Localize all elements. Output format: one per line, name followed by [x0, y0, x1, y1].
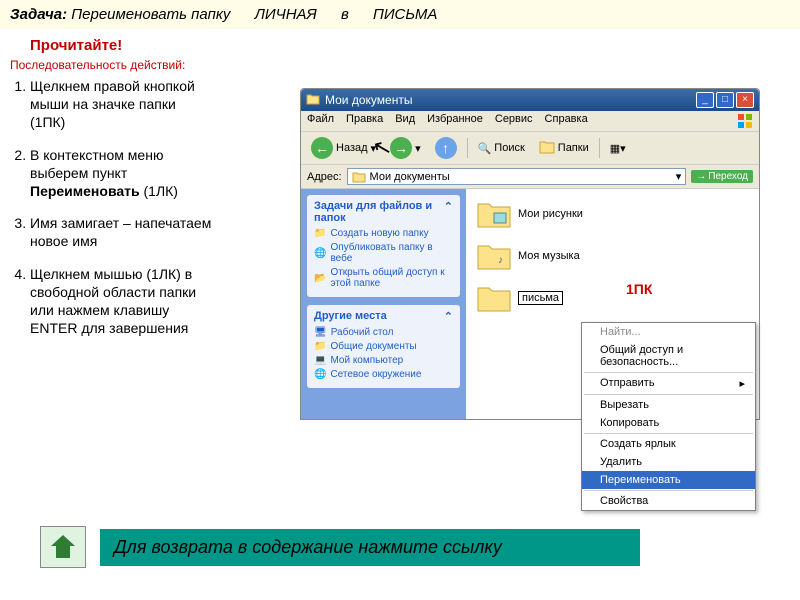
steps-list: Щелкнем правой кнопкой мыши на значке па…: [0, 72, 225, 356]
address-input[interactable]: Мои документы ▾: [347, 168, 687, 185]
cm-copy[interactable]: Копировать: [582, 414, 755, 432]
menu-fav[interactable]: Избранное: [427, 113, 483, 129]
footer-link[interactable]: Для возврата в содержание нажмите ссылку: [100, 529, 640, 566]
cm-props[interactable]: Свойства: [582, 492, 755, 510]
task-new-folder[interactable]: 📁Создать новую папку: [314, 228, 453, 239]
folder-icon: [306, 93, 320, 108]
dropdown-icon[interactable]: ▾: [676, 170, 682, 183]
task-from: ЛИЧНАЯ: [255, 6, 317, 23]
close-button[interactable]: ×: [736, 92, 754, 108]
submenu-arrow-icon: ▸: [739, 377, 745, 390]
up-icon: ↑: [435, 137, 457, 159]
folder-icon: [476, 283, 512, 313]
folder-icon: ♪: [476, 241, 512, 271]
back-button[interactable]: ← Назад ▾: [307, 135, 380, 161]
file-area[interactable]: Мои рисунки ♪ Моя музыка письма 1ПК Найт…: [466, 189, 759, 419]
home-button[interactable]: [40, 526, 86, 568]
label-1pk: 1ПК: [626, 281, 652, 297]
cm-shortcut[interactable]: Создать ярлык: [582, 435, 755, 453]
go-button[interactable]: → Переход: [691, 170, 753, 183]
task-to: ПИСЬМА: [373, 6, 437, 23]
address-bar: Адрес: Мои документы ▾ → Переход: [301, 165, 759, 189]
place-desktop[interactable]: 🖥Рабочий стол: [314, 327, 453, 338]
rename-input[interactable]: письма: [518, 291, 563, 305]
cm-access[interactable]: Общий доступ и безопасность...: [582, 341, 755, 371]
tasks-panel: Задачи для файлов и папок⌃ 📁Создать нову…: [307, 195, 460, 297]
search-button[interactable]: 🔍 Поиск: [474, 140, 529, 157]
menu-file[interactable]: Файл: [307, 113, 334, 129]
minimize-button[interactable]: _: [696, 92, 714, 108]
cm-delete[interactable]: Удалить: [582, 453, 755, 471]
context-menu: Найти... Общий доступ и безопасность... …: [581, 322, 756, 511]
folder-icon: [352, 171, 366, 183]
cm-cut[interactable]: Вырезать: [582, 396, 755, 414]
cm-send[interactable]: Отправить▸: [582, 374, 755, 393]
menubar: Файл Правка Вид Избранное Сервис Справка: [301, 111, 759, 132]
task-mid: в: [341, 6, 349, 23]
step-3: Имя замигает – напечатаем новое имя: [30, 214, 215, 250]
back-arrow-icon: ←: [311, 137, 333, 159]
folder-icon: [476, 199, 512, 229]
share-icon: 📂: [314, 273, 326, 284]
task-label: Задача:: [10, 6, 67, 23]
task-text: Переименовать папку: [71, 6, 230, 23]
globe-icon: 🌐: [314, 248, 326, 259]
step-2: В контекстном меню выберем пункт Переиме…: [30, 146, 215, 201]
search-icon: 🔍: [478, 142, 492, 155]
windows-logo-icon: [737, 113, 753, 129]
folder-pictures[interactable]: Мои рисунки: [476, 199, 749, 229]
task-publish[interactable]: 🌐Опубликовать папку в вебе: [314, 242, 453, 264]
folder-letters[interactable]: письма: [476, 283, 749, 313]
home-icon: [48, 532, 78, 562]
computer-icon: 💻: [314, 355, 326, 366]
up-button[interactable]: ↑: [431, 135, 461, 161]
new-folder-icon: 📁: [314, 228, 326, 239]
titlebar[interactable]: Мои документы _ □ ×: [301, 89, 759, 111]
views-button[interactable]: ▦▾: [606, 140, 630, 157]
menu-help[interactable]: Справка: [545, 113, 588, 129]
folders-button[interactable]: Папки: [535, 138, 593, 159]
menu-view[interactable]: Вид: [395, 113, 415, 129]
views-icon: ▦▾: [610, 142, 626, 155]
step-4: Щелкнем мышью (1ЛК) в свободной области …: [30, 265, 215, 338]
window-title: Мои документы: [325, 93, 412, 107]
maximize-button[interactable]: □: [716, 92, 734, 108]
step-1: Щелкнем правой кнопкой мыши на значке па…: [30, 77, 215, 132]
folders-icon: [539, 140, 555, 157]
address-label: Адрес:: [307, 171, 342, 183]
folder-icon: 📁: [314, 341, 326, 352]
place-network[interactable]: 🌐Сетевое окружение: [314, 369, 453, 380]
task-bar: Задача: Переименовать папку ЛИЧНАЯ в ПИС…: [0, 0, 800, 29]
menu-edit[interactable]: Правка: [346, 113, 383, 129]
place-shared[interactable]: 📁Общие документы: [314, 341, 453, 352]
task-share[interactable]: 📂Открыть общий доступ к этой папке: [314, 267, 453, 289]
collapse-icon[interactable]: ⌃: [444, 310, 453, 323]
sequence-label: Последовательность действий:: [10, 58, 800, 72]
network-icon: 🌐: [314, 369, 326, 380]
cm-find[interactable]: Найти...: [582, 323, 755, 341]
collapse-icon[interactable]: ⌃: [444, 200, 453, 224]
places-panel: Другие места⌃ 🖥Рабочий стол 📁Общие докум…: [307, 305, 460, 388]
menu-tools[interactable]: Сервис: [495, 113, 533, 129]
desktop-icon: 🖥: [314, 327, 327, 338]
place-computer[interactable]: 💻Мой компьютер: [314, 355, 453, 366]
read-it-label: Прочитайте!: [30, 37, 800, 54]
svg-text:♪: ♪: [498, 255, 503, 266]
cm-rename[interactable]: Переименовать: [582, 471, 755, 489]
folder-music[interactable]: ♪ Моя музыка: [476, 241, 749, 271]
side-panel: Задачи для файлов и папок⌃ 📁Создать нову…: [301, 189, 466, 419]
